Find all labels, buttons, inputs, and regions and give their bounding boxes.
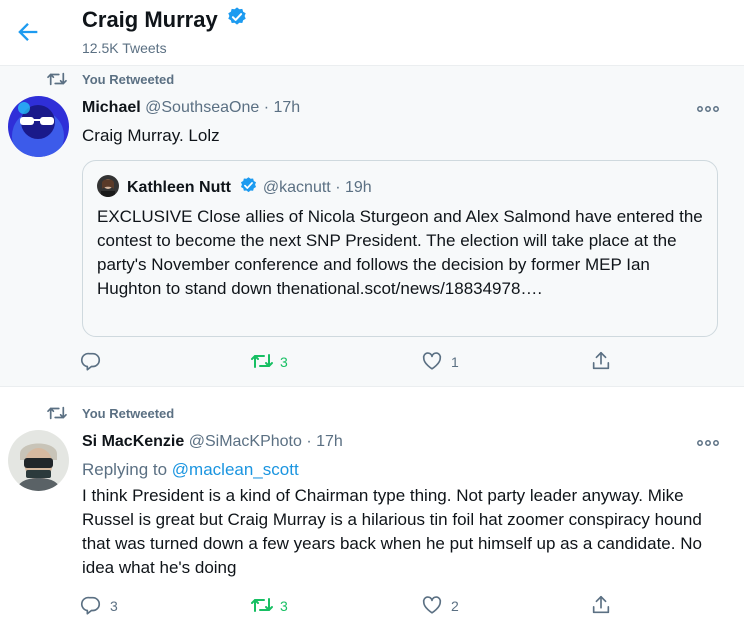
profile-header: Craig Murray 12.5K Tweets <box>0 0 744 66</box>
replying-to: Replying to @maclean_scott <box>82 460 299 480</box>
reply-button[interactable]: 3 <box>80 594 140 618</box>
author-name[interactable]: Si MacKenzie <box>82 433 184 450</box>
tweet-count: 12.5K Tweets <box>82 40 167 56</box>
like-count: 2 <box>451 598 459 614</box>
avatar[interactable] <box>8 96 69 157</box>
tweet-text: I think President is a kind of Chairman … <box>82 486 702 577</box>
page-title: Craig Murray <box>82 6 218 32</box>
reply-count: 3 <box>110 598 118 614</box>
tweet-time[interactable]: · 17h <box>264 99 300 116</box>
quoted-tweet[interactable]: Kathleen Nutt @kacnutt · 19h EXCLUSIVE C… <box>82 160 718 337</box>
back-arrow-icon[interactable] <box>14 18 42 46</box>
reply-button[interactable] <box>80 350 140 374</box>
retweet-icon <box>251 598 273 612</box>
share-icon <box>592 595 610 614</box>
retweet-icon <box>46 70 68 91</box>
share-button[interactable] <box>590 350 620 374</box>
retweet-button[interactable]: 3 <box>250 594 310 618</box>
retweet-count: 3 <box>280 598 288 614</box>
author-name[interactable]: Michael <box>82 99 141 116</box>
like-button[interactable]: 2 <box>421 594 481 618</box>
tweet-time[interactable]: · 17h <box>306 433 342 450</box>
avatar[interactable] <box>8 430 69 491</box>
tweet[interactable]: You Retweeted Si MacKenzie @SiMacKPhoto … <box>0 388 744 629</box>
like-button[interactable]: 1 <box>421 350 481 374</box>
retweet-label: You Retweeted <box>82 406 175 421</box>
tweet-text: Craig Murray. Lolz <box>82 126 220 145</box>
retweet-icon <box>46 404 68 425</box>
verified-badge-icon <box>226 6 248 33</box>
quoted-author-name: Kathleen Nutt <box>127 179 231 197</box>
replying-label: Replying to <box>82 460 168 479</box>
verified-badge-icon <box>239 176 258 200</box>
quoted-tweet-text: EXCLUSIVE Close allies of Nicola Sturgeo… <box>97 207 703 298</box>
share-button[interactable] <box>590 594 620 618</box>
retweet-label: You Retweeted <box>82 72 175 87</box>
like-icon <box>422 352 442 370</box>
like-count: 1 <box>451 354 459 370</box>
reply-icon <box>81 596 101 615</box>
tweet[interactable]: You Retweeted Michael @SouthseaOne · 17h… <box>0 66 744 387</box>
reply-icon <box>81 352 101 371</box>
more-icon[interactable] <box>696 436 720 450</box>
retweet-count: 3 <box>280 354 288 370</box>
like-icon <box>422 596 442 614</box>
share-icon <box>592 351 610 370</box>
avatar <box>97 175 119 197</box>
more-icon[interactable] <box>696 102 720 116</box>
tweet-actions: 3 1 <box>80 350 620 374</box>
quoted-author-handle: @kacnutt <box>262 179 331 197</box>
author-handle[interactable]: @SiMacKPhoto <box>189 433 302 450</box>
quoted-tweet-time: · 19h <box>335 179 372 197</box>
tweet-actions: 3 3 2 <box>80 594 620 618</box>
retweet-button[interactable]: 3 <box>250 350 310 374</box>
retweet-icon <box>251 354 273 368</box>
author-handle[interactable]: @SouthseaOne <box>145 99 259 116</box>
replying-handle-link[interactable]: @maclean_scott <box>172 460 299 479</box>
